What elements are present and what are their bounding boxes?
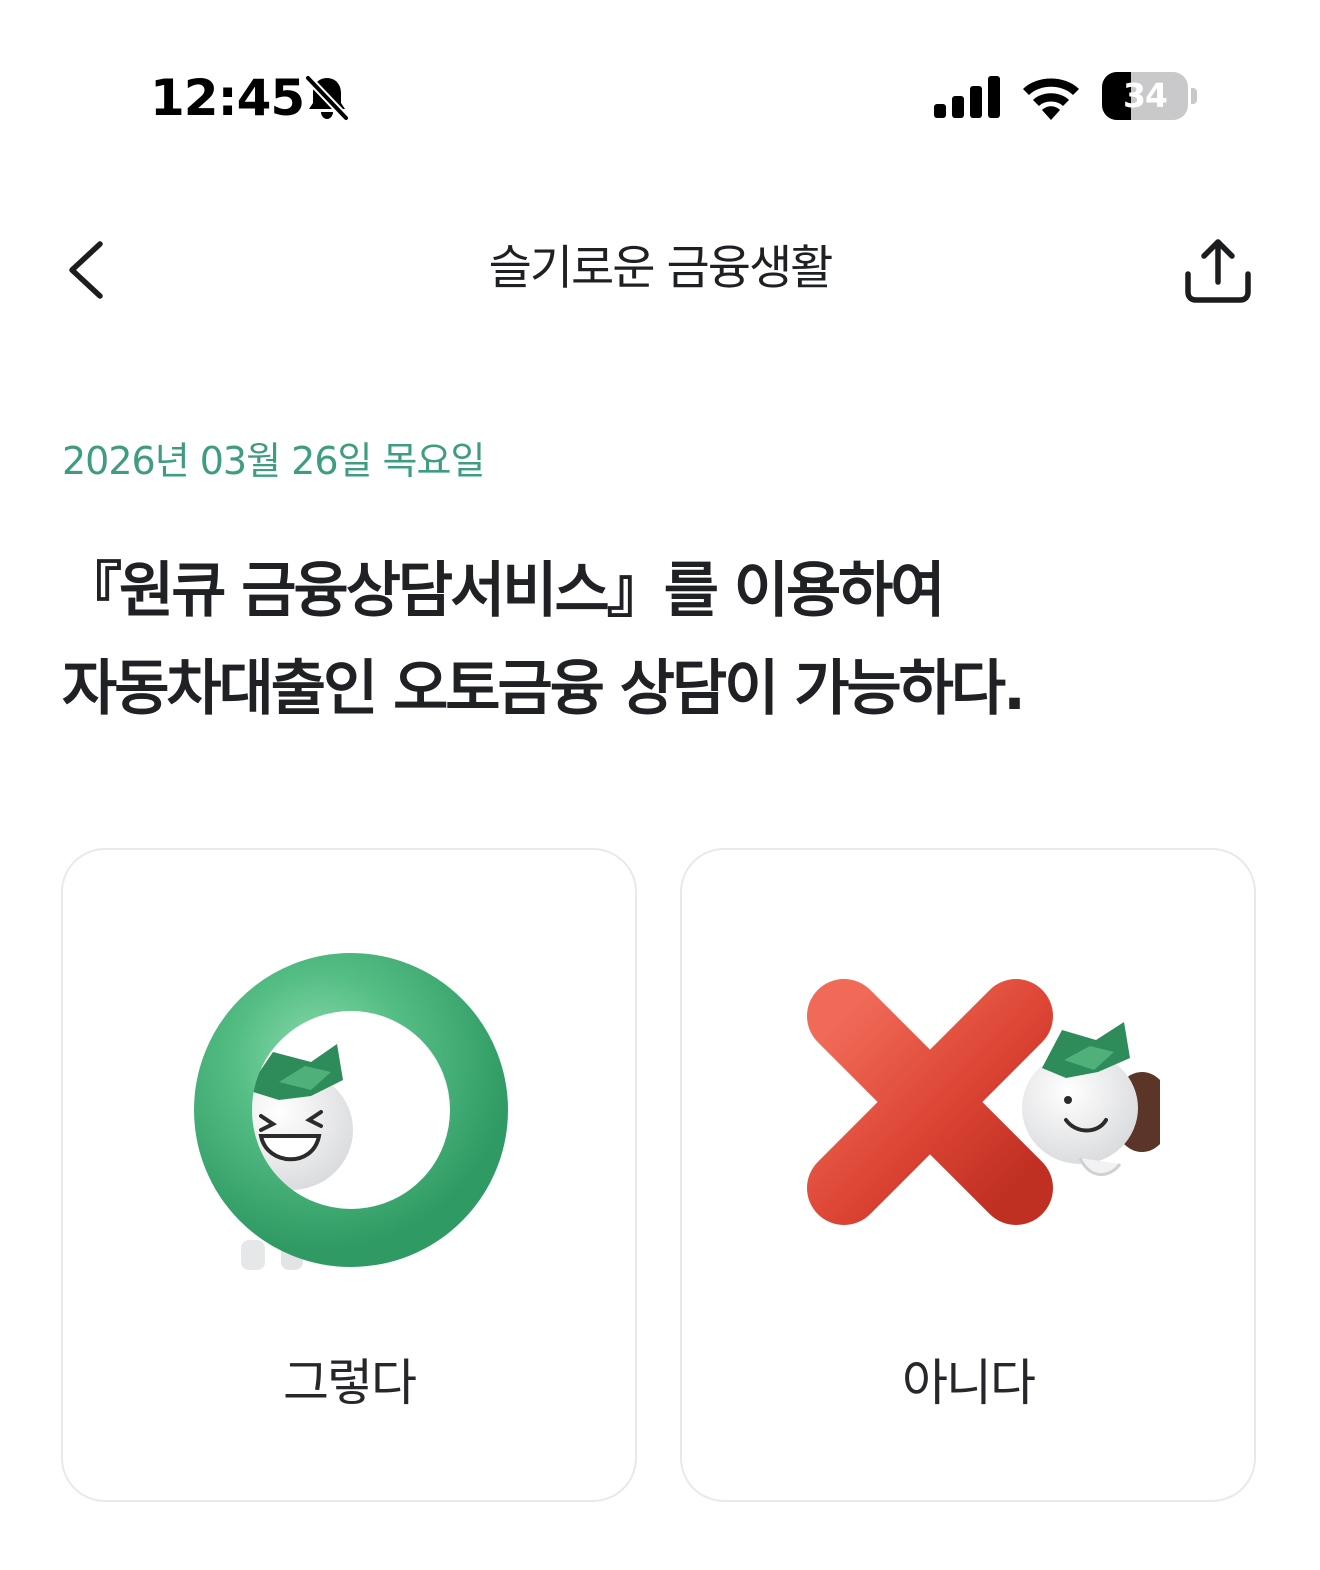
page-title: 슬기로운 금융생활: [488, 241, 834, 296]
status-bar: 12:45 34: [0, 0, 1320, 170]
cellular-signal-icon: [934, 76, 1000, 118]
bell-slash-icon: [304, 74, 350, 122]
battery-indicator: 34: [1102, 72, 1198, 122]
battery-cap: [1191, 88, 1197, 104]
chevron-left-icon[interactable]: [54, 228, 124, 312]
quiz-question-line-1: 『원큐 금융상담서비스』를 이용하여: [62, 556, 946, 626]
answer-yes-label: 그렇다: [283, 1354, 417, 1412]
answer-no-label: 아니다: [902, 1354, 1036, 1412]
quiz-question-line-2: 자동차대출인 오토금융 상담이 가능하다.: [62, 654, 1026, 724]
quiz-question: 『원큐 금융상담서비스』를 이용하여 자동차대출인 오토금융 상담이 가능하다.: [62, 542, 1262, 738]
green-o-character-icon: [194, 953, 508, 1270]
share-upload-icon[interactable]: [1172, 234, 1264, 312]
answer-yes-card[interactable]: 그렇다: [61, 848, 637, 1502]
red-x-character-icon: [807, 979, 1160, 1225]
status-time: 12:45: [150, 69, 305, 127]
battery-body: 34: [1102, 72, 1188, 120]
answer-no-card[interactable]: 아니다: [680, 848, 1256, 1502]
battery-level: 34: [1123, 76, 1168, 115]
wifi-icon: [1023, 78, 1079, 120]
quiz-date: 2026년 03월 26일 목요일: [62, 439, 485, 483]
